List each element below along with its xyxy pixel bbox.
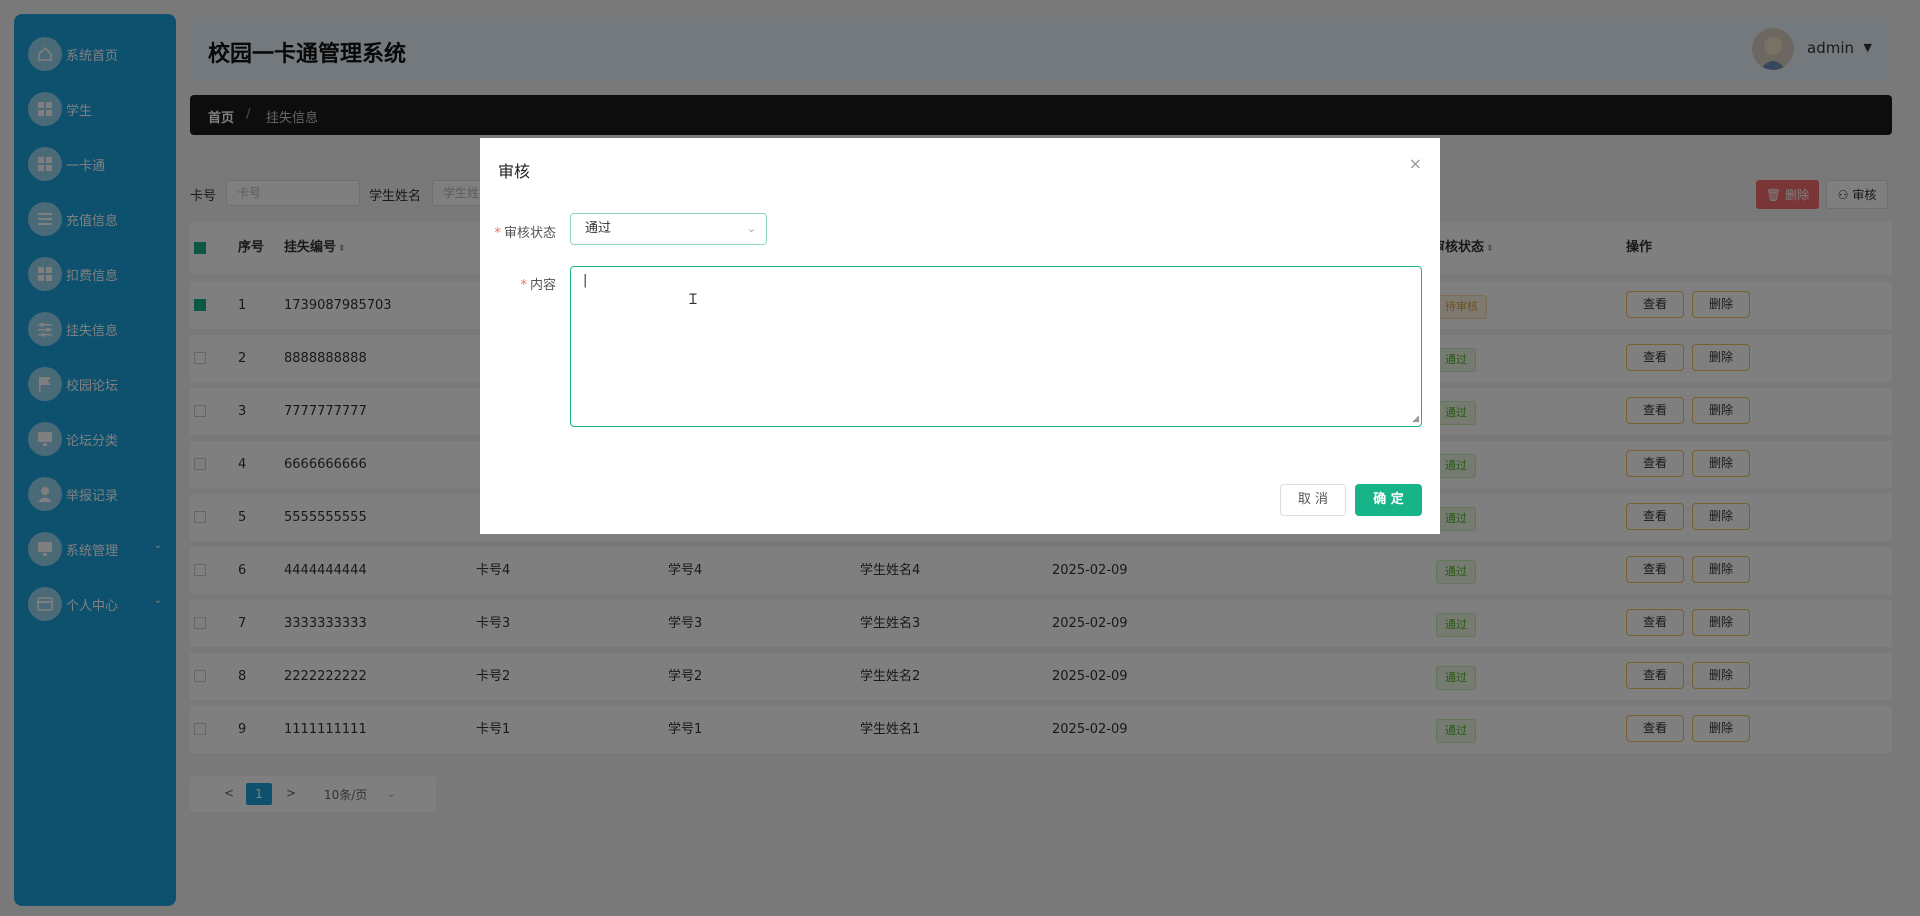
audit-status-value: 通过 [585,221,612,236]
resize-handle-icon[interactable]: ◢ [1412,414,1419,424]
cancel-button[interactable]: 取 消 [1280,484,1346,516]
confirm-button[interactable]: 确 定 [1355,484,1422,516]
chevron-down-icon: ⌄ [746,222,756,235]
text-caret: | [583,273,588,288]
dialog-title: 审核 [498,162,531,181]
audit-status-select[interactable]: 通过 ⌄ [570,213,767,245]
content-form-label: * 内容 [520,278,556,293]
status-form-label: * 审核状态 [494,226,556,241]
close-icon[interactable]: × [1409,154,1422,173]
status-label-text: 审核状态 [503,226,556,241]
content-label-text: 内容 [529,278,556,293]
audit-dialog: 审核 × * 审核状态 通过 ⌄ * 内容 | ◢ Ｉ 取 消 确 定 [480,138,1440,534]
text-cursor-icon: Ｉ [686,292,700,308]
